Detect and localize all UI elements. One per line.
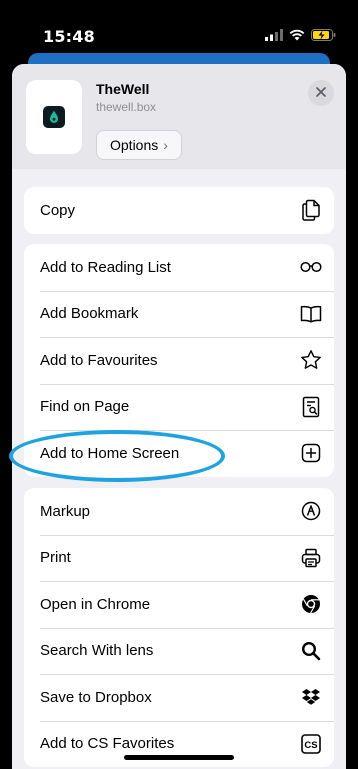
status-bar: 15:48 [0, 0, 358, 60]
cellular-signal-icon [265, 28, 283, 46]
action-find-on-page[interactable]: Find on Page [24, 383, 334, 431]
action-label: Print [40, 549, 71, 567]
action-search-with-lens[interactable]: Search With lens [24, 627, 334, 675]
site-url: thewell.box [96, 100, 157, 114]
star-icon [300, 349, 322, 371]
action-group-page: Add to Reading List Add Bookmark Add to … [24, 244, 334, 477]
svg-text:CS: CS [304, 740, 317, 751]
share-sheet: TheWell thewell.box Options › Copy Add t… [12, 64, 346, 769]
find-page-icon [300, 396, 322, 418]
action-label: Add to Favourites [40, 351, 158, 369]
action-print[interactable]: Print [24, 534, 334, 582]
dropbox-icon [300, 686, 322, 708]
action-label: Add to Home Screen [40, 444, 180, 462]
action-label: Add to Reading List [40, 258, 171, 276]
printer-icon [300, 547, 322, 569]
options-label: Options [110, 137, 159, 153]
action-add-to-reading-list[interactable]: Add to Reading List [24, 244, 334, 291]
site-logo-icon [43, 106, 65, 128]
action-group-extensions: Markup Print Open in Chrome Search With … [24, 488, 334, 767]
site-thumbnail [26, 80, 82, 154]
action-open-in-chrome[interactable]: Open in Chrome [24, 581, 334, 628]
copy-icon [300, 199, 322, 221]
share-sheet-header: TheWell thewell.box Options › [12, 64, 346, 169]
close-icon [316, 84, 326, 102]
action-label: Find on Page [40, 398, 130, 416]
action-label: Markup [40, 502, 91, 520]
options-button[interactable]: Options › [96, 130, 182, 160]
plus-square-icon [300, 442, 322, 464]
markup-icon [300, 500, 322, 522]
glasses-icon [300, 256, 322, 278]
status-time: 15:48 [43, 27, 95, 46]
action-label: Copy [40, 201, 76, 219]
action-label: Open in Chrome [40, 595, 151, 613]
action-add-to-favourites[interactable]: Add to Favourites [24, 337, 334, 384]
action-group-copy: Copy [24, 187, 334, 234]
action-add-to-cs-favorites[interactable]: Add to CS Favorites CS [24, 720, 334, 768]
site-title: TheWell [96, 81, 150, 97]
action-label: Search With lens [40, 642, 154, 660]
search-icon [300, 640, 322, 662]
home-indicator [124, 755, 234, 760]
cs-icon: CS [300, 733, 322, 755]
action-markup[interactable]: Markup [24, 488, 334, 535]
action-label: Save to Dropbox [40, 688, 152, 706]
status-icons [265, 28, 336, 46]
book-icon [300, 303, 322, 325]
chrome-icon [300, 593, 322, 615]
chevron-right-icon: › [163, 137, 168, 153]
action-add-to-home-screen[interactable]: Add to Home Screen [24, 430, 334, 477]
wifi-icon [289, 28, 305, 46]
close-button[interactable] [308, 80, 334, 106]
action-save-to-dropbox[interactable]: Save to Dropbox [24, 674, 334, 721]
action-label: Add Bookmark [40, 305, 139, 323]
action-add-bookmark[interactable]: Add Bookmark [24, 290, 334, 338]
battery-charging-icon [311, 28, 336, 46]
action-label: Add to CS Favorites [40, 735, 175, 753]
action-copy[interactable]: Copy [24, 187, 334, 234]
